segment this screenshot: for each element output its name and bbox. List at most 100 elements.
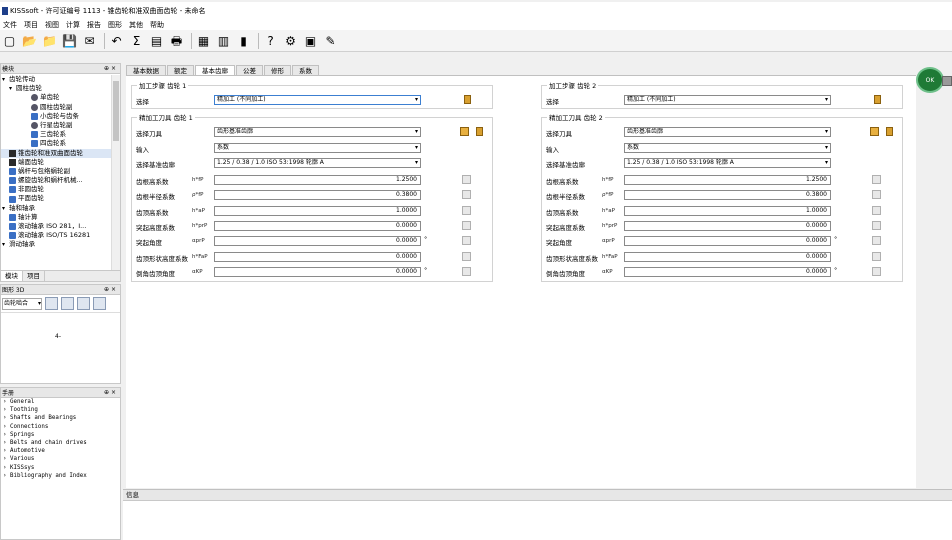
checkbox-icon[interactable] xyxy=(462,251,471,261)
help-icon[interactable]: ? xyxy=(262,32,279,49)
checkbox-icon[interactable] xyxy=(462,236,471,246)
calculator-icon[interactable]: ▥ xyxy=(215,32,232,49)
tool-database-icon[interactable] xyxy=(870,127,879,136)
open-project-icon[interactable]: 📁 xyxy=(41,32,58,49)
help-list-item[interactable]: › Springs xyxy=(1,431,120,439)
tree-item[interactable]: 锥齿轮和准双曲面齿轮 xyxy=(1,148,111,158)
gear1-param-input[interactable]: 0.0000 xyxy=(214,236,421,247)
new-file-icon[interactable]: ▢ xyxy=(1,32,18,49)
tree-item[interactable]: ▾ 轴和轴承 xyxy=(1,204,111,213)
checkbox-icon[interactable] xyxy=(872,220,881,230)
pin-icon[interactable]: ⊕ xyxy=(104,389,111,396)
open-folder-icon[interactable]: 📂 xyxy=(21,32,38,49)
save-graphic-icon[interactable] xyxy=(45,297,58,310)
tree-item[interactable]: 螺旋齿轮和蜗杆机械... xyxy=(1,176,111,185)
lock-icon[interactable] xyxy=(874,95,881,104)
help-list-item[interactable]: › Various xyxy=(1,455,120,463)
modules-scrollbar[interactable] xyxy=(111,75,120,271)
expand-toggle-icon[interactable]: › xyxy=(3,465,10,471)
tree-item[interactable]: ▾ 圆柱齿轮 xyxy=(1,84,111,93)
left-tab[interactable]: 项目 xyxy=(23,271,45,281)
gear1-process-select[interactable]: 精加工 (不同加工) ▾ xyxy=(214,95,421,105)
expand-toggle-icon[interactable]: › xyxy=(3,448,10,454)
gear1-tool-select[interactable]: 齿形基准齿廓 ▾ xyxy=(214,127,421,137)
expand-toggle-icon[interactable]: › xyxy=(3,456,10,462)
menu-item[interactable]: 文件 xyxy=(1,20,22,30)
undo-icon[interactable]: ↶ xyxy=(108,32,125,49)
checkbox-icon[interactable] xyxy=(872,190,881,200)
sum-icon[interactable]: Σ xyxy=(128,32,145,49)
graphics-view-select[interactable]: 齿轮啮合 ▾ xyxy=(2,297,42,310)
menu-item[interactable]: 视图 xyxy=(43,20,64,30)
menu-item[interactable]: 其他 xyxy=(127,20,148,30)
expand-toggle-icon[interactable]: › xyxy=(3,415,10,421)
expand-toggle-icon[interactable]: › xyxy=(3,424,10,430)
expand-toggle-icon[interactable]: ▾ xyxy=(2,75,9,84)
gear2-param-input[interactable]: 0.0000 xyxy=(624,251,831,262)
help-list-item[interactable]: › Automotive xyxy=(1,447,120,455)
report-icon[interactable]: ▤ xyxy=(148,32,165,49)
gear1-profile-select[interactable]: 1.25 / 0.38 / 1.0 ISO 53:1998 轮廓 A ▾ xyxy=(214,158,421,168)
expand-toggle-icon[interactable]: › xyxy=(3,399,10,405)
checkbox-icon[interactable] xyxy=(462,190,471,200)
lock-icon[interactable] xyxy=(476,127,483,136)
gear1-param-input[interactable]: 1.2500 xyxy=(214,175,421,185)
gear1-param-input[interactable]: 0.3800 xyxy=(214,190,421,201)
gear2-param-input[interactable]: 0.0000 xyxy=(624,266,831,277)
settings-icon[interactable]: ⚙ xyxy=(282,32,299,49)
export-graphic-icon[interactable] xyxy=(93,297,106,310)
tree-item[interactable]: 四齿轮系 xyxy=(1,139,111,148)
gear1-param-input[interactable]: 1.0000 xyxy=(214,205,421,216)
gear2-tool-select[interactable]: 齿形基准齿廓 ▾ xyxy=(624,127,831,137)
calculation-status-badge[interactable]: OK xyxy=(916,67,944,93)
tree-item[interactable]: 蜗杆与包络蜗轮副 xyxy=(1,167,111,176)
gear2-param-input[interactable]: 0.0000 xyxy=(624,236,831,247)
menu-item[interactable]: 计算 xyxy=(64,20,85,30)
checkbox-icon[interactable] xyxy=(872,251,881,261)
expand-toggle-icon[interactable]: › xyxy=(3,440,10,446)
menu-item[interactable]: 帮助 xyxy=(148,20,169,30)
graphic-icon[interactable]: ▮ xyxy=(235,32,252,49)
help-list-item[interactable]: › KISSsys xyxy=(1,464,120,472)
gear1-param-input[interactable]: 0.0000 xyxy=(214,251,421,262)
menu-item[interactable]: 图形 xyxy=(106,20,127,30)
tree-item[interactable]: 端面齿轮 xyxy=(1,158,111,167)
help-list-item[interactable]: › Toothing xyxy=(1,406,120,414)
menu-item[interactable]: 项目 xyxy=(22,20,43,30)
checkbox-icon[interactable] xyxy=(872,266,881,276)
tree-item[interactable]: 圆柱齿轮副 xyxy=(1,103,111,112)
checkbox-icon[interactable] xyxy=(462,205,471,215)
help-list-item[interactable]: › General xyxy=(1,398,120,406)
help-list-item[interactable]: › Connections xyxy=(1,423,120,431)
module-icon[interactable]: ▣ xyxy=(302,32,319,49)
lock-icon[interactable] xyxy=(886,127,893,136)
expand-toggle-icon[interactable]: › xyxy=(3,432,10,438)
save-icon[interactable]: 💾 xyxy=(61,32,78,49)
print-icon[interactable]: 🖶 xyxy=(168,32,185,49)
gear2-process-select[interactable]: 精加工 (不同加工) ▾ xyxy=(624,95,831,105)
tool-database-icon[interactable] xyxy=(460,127,469,136)
expand-toggle-icon[interactable]: ▾ xyxy=(9,84,16,93)
gear2-param-input[interactable]: 0.0000 xyxy=(624,220,831,231)
tree-item[interactable]: ▾ 齿轮传动 xyxy=(1,75,111,84)
gear2-param-input[interactable]: 1.0000 xyxy=(624,205,831,216)
expand-toggle-icon[interactable]: › xyxy=(3,407,10,413)
checkbox-icon[interactable] xyxy=(462,175,471,184)
checkbox-icon[interactable] xyxy=(462,266,471,276)
tree-item[interactable]: 三齿轮系 xyxy=(1,130,111,139)
email-icon[interactable]: ✉ xyxy=(81,32,98,49)
expand-toggle-icon[interactable]: ▾ xyxy=(2,240,9,249)
gear2-profile-select[interactable]: 1.25 / 0.38 / 1.0 ISO 53:1998 轮廓 A ▾ xyxy=(624,158,831,168)
expand-toggle-icon[interactable]: › xyxy=(3,473,10,479)
scrollbar-thumb[interactable] xyxy=(113,81,119,141)
gear2-param-input[interactable]: 0.3800 xyxy=(624,190,831,201)
gear2-input-select[interactable]: 系数 ▾ xyxy=(624,143,831,153)
checkbox-icon[interactable] xyxy=(872,205,881,215)
close-icon[interactable]: × xyxy=(111,65,118,72)
tree-item[interactable]: 轴计算 xyxy=(1,213,111,222)
wizard-icon[interactable]: ✎ xyxy=(322,32,339,49)
tree-item[interactable]: 单齿轮 xyxy=(1,93,111,102)
tree-item[interactable]: 小齿轮与齿条 xyxy=(1,112,111,121)
tree-item[interactable]: 滚动轴承 ISO 281，I... xyxy=(1,222,111,231)
checkbox-icon[interactable] xyxy=(872,236,881,246)
